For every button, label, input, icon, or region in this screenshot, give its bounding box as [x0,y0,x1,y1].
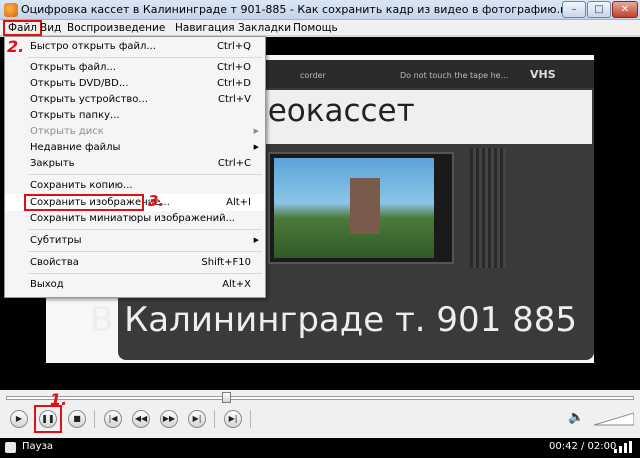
menu-item-open-folder[interactable]: Открыть папку... [5,107,265,124]
submenu-arrow-icon: ▶ [253,143,259,151]
menu-item-label: Открыть DVD/BD... [30,78,129,89]
menu-item-shortcut: Ctrl+D [217,78,251,89]
submenu-arrow-icon: ▶ [253,127,259,135]
volume-icon[interactable]: 🔈 [568,410,584,426]
skip-forward-button[interactable]: ▶| [188,410,206,428]
fast-forward-button[interactable]: ▶▶ [160,410,178,428]
menu-item-recent-files[interactable]: Недавние файлы ▶ [5,139,265,156]
status-bar [0,438,640,458]
pause-button[interactable]: ❚❚ [39,410,57,428]
menu-item-open-device[interactable]: Открыть устройство... Ctrl+V [5,91,265,108]
menu-item-label: Свойства [30,257,79,268]
step-2-marker: 2. [7,37,25,56]
menu-item-save-copy[interactable]: Сохранить копию... [5,177,265,194]
menu-item-label: Открыть папку... [30,110,120,121]
submenu-arrow-icon: ▶ [253,236,259,244]
seek-thumb[interactable] [222,392,231,403]
menu-help[interactable]: Помощь [290,21,341,35]
control-divider [214,410,215,428]
status-text: Пауза [22,441,54,452]
maximize-button[interactable]: □ [587,1,611,18]
stop-button[interactable]: ■ [68,410,86,428]
menu-item-shortcut: Alt+I [226,197,251,208]
volume-slider[interactable] [594,412,634,426]
menu-item-open-dvd[interactable]: Открыть DVD/BD... Ctrl+D [5,75,265,92]
video-footer-text: В Калининграде т. 901 885 [90,300,578,340]
menu-item-shortcut: Ctrl+O [216,62,251,73]
menu-separator [28,57,262,58]
menu-item-shortcut: Ctrl+V [217,94,251,105]
menu-item-label: Открыть диск [30,126,104,137]
menu-item-label: Открыть устройство... [30,94,148,105]
menu-item-open-disc: Открыть диск ▶ [5,123,265,140]
menu-separator [28,229,262,230]
menu-view[interactable]: Вид [37,21,64,35]
menu-item-shortcut: Ctrl+Q [216,41,251,52]
menu-item-shortcut: Alt+X [222,279,251,290]
frame-step-button[interactable]: ▶| [224,410,242,428]
signal-icon [614,441,632,453]
menu-item-label: Субтитры [30,235,82,246]
status-state-icon [5,442,16,453]
control-divider [94,410,95,428]
menu-item-open-file[interactable]: Открыть файл... Ctrl+O [5,59,265,76]
menu-item-label: Выход [30,279,64,290]
close-button[interactable]: ✕ [612,1,638,18]
step-1-marker: 1. [50,390,68,409]
menu-separator [28,174,262,175]
menu-item-label: Недавние файлы [30,142,121,153]
menu-item-subtitles[interactable]: Субтитры ▶ [5,232,265,249]
tape-reel-right [470,148,506,268]
menu-separator [28,251,262,252]
menu-item-quick-open[interactable]: Быстро открыть файл... Ctrl+Q [5,38,265,55]
seek-bar[interactable] [6,396,634,400]
play-button[interactable]: ▶ [10,410,28,428]
menu-item-label: Открыть файл... [30,62,116,73]
app-icon [4,3,18,17]
menu-item-close[interactable]: Закрыть Ctrl+C [5,155,265,172]
menu-item-shortcut: Shift+F10 [201,257,251,268]
menu-item-label: Сохранить копию... [30,180,133,191]
step-3-marker: 3. [148,192,165,210]
menu-item-label: Сохранить миниатюры изображений... [30,213,236,224]
minimize-button[interactable]: – [562,1,586,18]
menu-playback[interactable]: Воспроизведение [64,21,168,35]
skip-back-button[interactable]: |◀ [104,410,122,428]
cassette-label-right: Do not touch the tape he... [400,71,509,80]
vhs-logo: VHS [530,68,556,81]
menu-navigation[interactable]: Навигация [172,21,238,35]
menu-item-label: Закрыть [30,158,75,169]
menu-item-exit[interactable]: Выход Alt+X [5,276,265,293]
cassette-label-left: corder [300,71,326,80]
status-time: 00:42 / 02:00 [549,441,617,452]
menu-item-shortcut: Ctrl+C [217,158,251,169]
menu-item-save-thumbnails[interactable]: Сохранить миниатюры изображений... [5,210,265,227]
menu-item-properties[interactable]: Свойства Shift+F10 [5,254,265,271]
menu-item-label: Быстро открыть файл... [30,41,156,52]
control-divider [250,410,251,428]
church-silhouette [350,178,380,234]
window-title: Оцифровка кассет в Калининграде т 901-88… [21,3,585,16]
menu-bookmarks[interactable]: Закладки [235,21,294,35]
rewind-button[interactable]: ◀◀ [132,410,150,428]
save-image-highlight [24,194,144,211]
menu-separator [28,273,262,274]
